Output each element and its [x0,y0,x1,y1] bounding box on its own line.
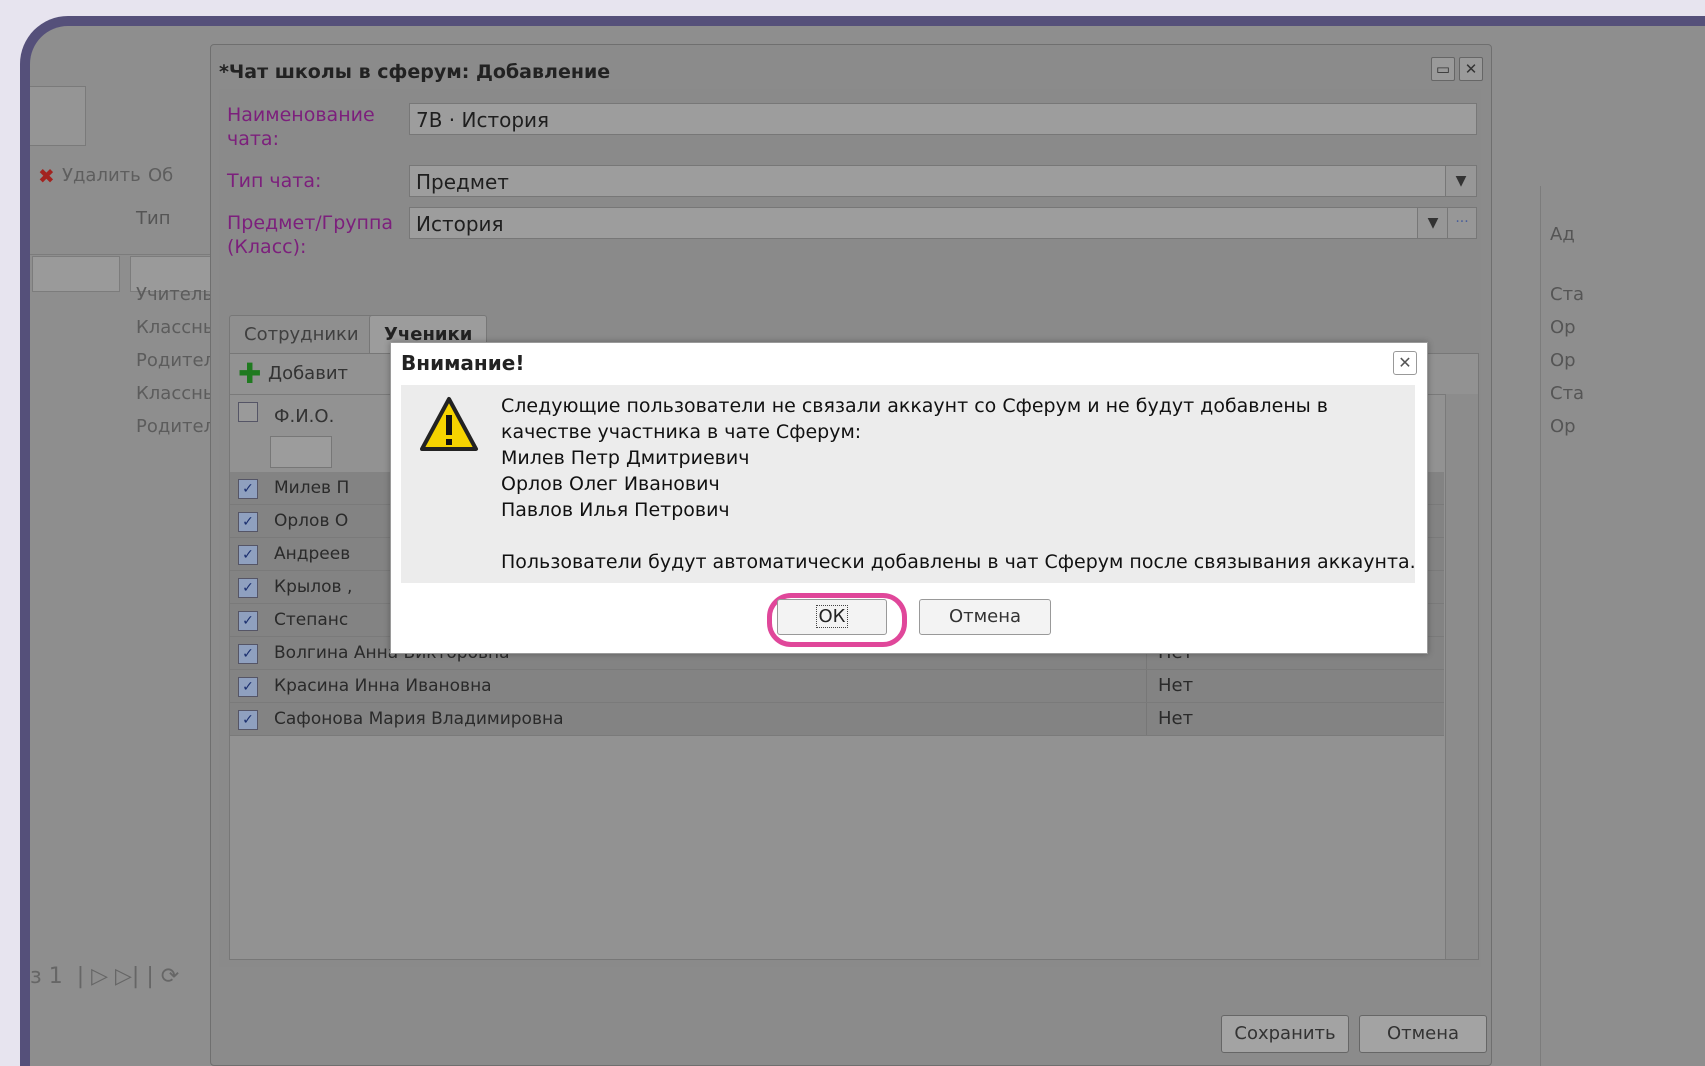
add-icon[interactable]: ✚ [238,360,261,388]
bg-delete-button: Удалить [62,165,141,186]
row-checkbox[interactable]: ✓ [238,644,258,664]
message-line: Следующие пользователи не связали аккаун… [501,395,1329,417]
row-value: Нет [1158,708,1194,729]
modal-cancel-button[interactable]: Отмена [919,599,1051,635]
row-checkbox[interactable]: ✓ [238,512,258,532]
bg-toolbar: ✖ Удалить Об [30,156,230,192]
bg-row: Классны [136,383,218,404]
col-fio: Ф.И.О. [274,406,335,427]
row-name: Крылов , [274,577,353,597]
row-checkbox[interactable]: ✓ [238,578,258,598]
user-name: Орлов Олег Иванович [501,473,720,495]
dialog-tools: ▭ ✕ [1427,57,1483,81]
ok-button[interactable]: ОК [777,599,887,635]
bg-tab [30,86,86,146]
bg-right-row: Ста [1550,284,1585,305]
bg-column-header: Тип [30,196,230,255]
cancel-button[interactable]: Отмена [1359,1015,1487,1053]
row-checkbox[interactable]: ✓ [238,545,258,565]
modal-title: Внимание! [401,351,525,375]
grid-scrollbar[interactable] [1445,394,1478,959]
chat-name-field[interactable]: 7В · История [409,103,1477,135]
bg-right-row: Ста [1550,383,1585,404]
chat-type-value: Предмет [416,170,509,194]
row-name: Орлов О [274,511,349,531]
chevron-down-icon[interactable]: ▼ [1445,166,1476,196]
select-all-checkbox[interactable] [238,402,258,422]
bg-refresh-button: Об [148,165,174,186]
row-value: Нет [1158,675,1194,696]
chevron-down-icon[interactable]: ▼ [1417,208,1448,238]
bg-pager-text: з 1 [30,964,63,989]
delete-icon: ✖ [38,164,55,188]
add-button[interactable]: Добавит [268,363,348,384]
subject-label: Предмет/Группа (Класс): [227,212,394,258]
modal-header: Внимание! ✕ [391,343,1427,383]
chat-type-label: Тип чата: [227,170,322,192]
tab-staff[interactable]: Сотрудники [229,315,374,354]
bg-right-row: Ор [1550,350,1576,371]
chat-name-value: 7В · История [416,108,550,132]
row-name: Милев П [274,478,350,498]
message-footer: Пользователи будут автоматически добавле… [501,551,1416,573]
bg-right-header: Ад [1550,224,1575,245]
bg-right-row: Ор [1550,317,1576,338]
dialog-footer: Сохранить Отмена [211,969,1491,1065]
bg-row: Классны [136,317,218,338]
table-row[interactable]: ✓ Сафонова Мария Владимировна Нет [230,703,1444,736]
more-icon[interactable]: ··· [1447,208,1476,238]
row-checkbox[interactable]: ✓ [238,611,258,631]
dialog-title: *Чат школы в сферум: Добавление [219,61,611,83]
warning-icon [420,397,478,451]
subject-picker-button[interactable]: ··· [1447,207,1477,239]
subject-select[interactable]: История ▼ [409,207,1449,239]
row-checkbox[interactable]: ✓ [238,479,258,499]
chat-type-select[interactable]: Предмет ▼ [409,165,1477,197]
bg-pager: з 1 | ▷ ▷| | ⟳ [30,964,179,989]
close-icon[interactable]: ✕ [1393,351,1417,375]
modal-body: Следующие пользователи не связали аккаун… [401,385,1416,583]
chat-name-label: Наименование чата: [227,104,375,150]
bg-col-type: Тип [136,208,171,229]
bg-row: Учитель [136,284,213,305]
subject-value: История [416,212,504,236]
bg-filter [32,256,120,292]
row-name: Красина Инна Ивановна [274,676,492,696]
maximize-icon[interactable]: ▭ [1431,57,1455,81]
bg-right-row: Ор [1550,416,1576,437]
row-name: Степанс [274,610,349,630]
user-name: Павлов Илья Петрович [501,499,730,521]
warning-modal: Внимание! ✕ Следующие пользователи не св… [390,342,1428,654]
row-checkbox[interactable]: ✓ [238,710,258,730]
user-name: Милев Петр Дмитриевич [501,447,750,469]
row-name: Сафонова Мария Владимировна [274,709,564,729]
bg-row: Родител [136,416,216,437]
message-line: качестве участника в чате Сферум: [501,421,862,443]
screenshot-frame: ✖ Удалить Об Тип Учитель Классны Родител… [20,16,1705,1066]
bg-row: Родител [136,350,216,371]
row-checkbox[interactable]: ✓ [238,677,258,697]
fio-filter-input[interactable] [270,436,332,468]
close-icon[interactable]: ✕ [1459,57,1483,81]
ok-label: ОК [815,605,849,628]
row-name: Андреев [274,544,351,564]
save-button[interactable]: Сохранить [1221,1015,1349,1053]
next-page-icon: | ▷ ▷| | ⟳ [69,964,180,989]
table-row[interactable]: ✓ Красина Инна Ивановна Нет [230,670,1444,703]
modal-message: Следующие пользователи не связали аккаун… [501,393,1416,575]
